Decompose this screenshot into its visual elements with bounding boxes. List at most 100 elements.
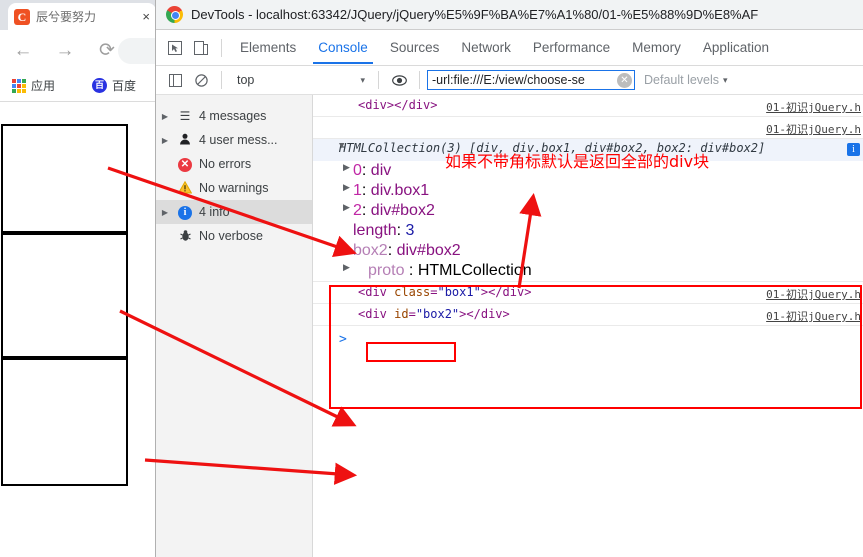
expand-triangle-icon-1[interactable]: ▶: [343, 182, 350, 193]
console-source-link[interactable]: 01-初识jQuery.h: [766, 99, 861, 115]
collection-row-box2[interactable]: ▶ box2: div#box2: [313, 241, 863, 261]
collection-row-proto-value: HTMLCollection: [417, 262, 532, 279]
collection-row-box2-key: box2: [353, 242, 388, 259]
context-selector[interactable]: top ▾: [229, 73, 371, 87]
console-source-link-2[interactable]: 01-初识jQuery.h: [766, 121, 861, 137]
expand-triangle-icon-0[interactable]: ▶: [343, 162, 350, 173]
expand-triangle-icon-info[interactable]: ▶: [159, 208, 171, 217]
tab-performance[interactable]: Performance: [522, 32, 621, 64]
bug-icon: [176, 229, 194, 244]
tab-console[interactable]: Console: [307, 32, 379, 64]
sidebar-item-user-messages-label: 4 user mess...: [199, 133, 278, 147]
expand-triangle-icon-user-messages[interactable]: ▶: [159, 136, 171, 145]
collection-row-1-value: div.box1: [370, 182, 430, 199]
collection-row-2-key: 2: [353, 202, 362, 219]
info-icon: i: [176, 205, 194, 220]
filter-divider-1: [221, 71, 222, 89]
chrome-logo-icon: [166, 6, 183, 23]
filter-divider-3: [419, 71, 420, 89]
clear-filter-icon[interactable]: ✕: [617, 73, 632, 88]
sidebar-item-warnings[interactable]: No warnings: [156, 176, 312, 200]
inspect-element-icon[interactable]: [162, 35, 188, 61]
chevron-down-icon-levels: ▾: [723, 74, 728, 85]
console-filter-input[interactable]: -url:file:///E:/view/choose-se ✕: [427, 70, 635, 90]
console-filter-bar: top ▾ -url:file:///E:/view/choose-se ✕ D…: [156, 66, 863, 95]
tab-memory[interactable]: Memory: [621, 32, 692, 64]
console-sidebar: ▶ ☰ 4 messages ▶ 4 user mess... ✕ No err…: [156, 95, 313, 557]
devtools-window: DevTools - localhost:63342/JQuery/jQuery…: [155, 0, 863, 557]
bookmark-baidu[interactable]: 百 百度: [92, 77, 136, 94]
expand-triangle-icon-2[interactable]: ▶: [343, 202, 350, 213]
sidebar-item-warnings-label: No warnings: [199, 181, 269, 195]
sidebar-item-user-messages[interactable]: ▶ 4 user mess...: [156, 128, 312, 152]
page-div-box-3: [1, 358, 128, 486]
expand-triangle-icon-messages[interactable]: ▶: [159, 112, 171, 121]
collection-row-1[interactable]: ▶ 1: div.box1: [313, 181, 863, 201]
collection-row-length: length: 3: [353, 222, 415, 239]
sidebar-item-info-label: 4 info: [199, 205, 230, 219]
sidebar-item-verbose[interactable]: No verbose: [156, 224, 312, 248]
error-icon: ✕: [176, 157, 194, 172]
bookmark-baidu-label: 百度: [112, 79, 137, 93]
chevron-down-icon: ▾: [360, 74, 365, 85]
devtools-title-bar: DevTools - localhost:63342/JQuery/jQuery…: [156, 0, 863, 30]
device-toolbar-icon[interactable]: [188, 35, 214, 61]
favicon-icon: C: [14, 8, 30, 25]
bookmark-apps-label: 应用: [31, 79, 56, 93]
sidebar-item-info[interactable]: ▶ i 4 info: [156, 200, 312, 224]
apps-grid-icon: [12, 78, 26, 93]
page-div-box-2: [1, 233, 128, 358]
back-button[interactable]: ←: [10, 38, 36, 64]
warning-icon: [176, 180, 194, 196]
collection-row-2[interactable]: ▶ 2: div#box2: [313, 201, 863, 221]
collection-row-2-value: div#box2: [370, 202, 435, 219]
tab-elements[interactable]: Elements: [229, 32, 307, 64]
forward-button[interactable]: →: [52, 38, 78, 64]
console-filter-value: -url:file:///E:/view/choose-se: [432, 73, 585, 87]
collection-row-length-value: 3: [405, 222, 415, 239]
close-icon[interactable]: ×: [142, 10, 150, 23]
console-message-div-text: <div></div>: [358, 98, 438, 112]
sidebar-item-verbose-label: No verbose: [199, 229, 263, 243]
sidebar-item-errors[interactable]: ✕ No errors: [156, 152, 312, 176]
collection-row-1-key: 1: [353, 182, 362, 199]
info-badge-icon: i: [847, 143, 860, 156]
log-levels-label: Default levels: [644, 73, 720, 87]
console-message-blank[interactable]: 01-初识jQuery.h: [313, 117, 863, 139]
collection-row-0-value: div: [370, 162, 392, 179]
highlight-box-length: [366, 342, 456, 362]
context-selector-value: top: [237, 73, 255, 87]
toolbar-divider: [221, 38, 222, 57]
devtools-tab-bar: Elements Console Sources Network Perform…: [156, 30, 863, 66]
reload-button[interactable]: ⟳: [94, 38, 120, 64]
filter-divider-2: [378, 71, 379, 89]
user-icon: [176, 133, 194, 147]
collection-row-proto-key: proto: [368, 262, 405, 279]
collection-row-length-key: length: [353, 222, 397, 239]
browser-tab[interactable]: C 辰兮要努力 ×: [8, 3, 156, 30]
baidu-icon: 百: [92, 78, 107, 93]
annotation-note-cn: 如果不带角标默认是返回全部的div块: [445, 152, 710, 171]
sidebar-item-messages[interactable]: ▶ ☰ 4 messages: [156, 104, 312, 128]
expand-triangle-icon-proto[interactable]: ▶: [343, 262, 350, 273]
bookmark-apps[interactable]: 应用: [12, 77, 55, 94]
sidebar-item-errors-label: No errors: [199, 157, 252, 171]
sidebar-item-messages-label: 4 messages: [199, 109, 267, 123]
tab-network[interactable]: Network: [450, 32, 522, 64]
live-expression-eye-icon[interactable]: [386, 67, 412, 93]
list-icon: ☰: [179, 109, 191, 123]
expand-triangle-icon-box2[interactable]: ▶: [343, 242, 350, 253]
collection-row-box2-value: div#box2: [396, 242, 461, 259]
page-div-box-1: [1, 124, 128, 233]
browser-tab-title: 辰兮要努力: [36, 10, 97, 24]
console-message-div[interactable]: <div></div> 01-初识jQuery.h: [313, 95, 863, 117]
tab-application[interactable]: Application: [692, 32, 780, 64]
collection-row-proto[interactable]: ▶ proto : HTMLCollection: [313, 261, 863, 282]
collapse-triangle-icon[interactable]: ▼: [339, 141, 344, 151]
log-levels-selector[interactable]: Default levels ▾: [644, 73, 728, 87]
collection-row-0-key: 0: [353, 162, 362, 179]
console-sidebar-toggle-icon[interactable]: [162, 67, 188, 93]
tab-sources[interactable]: Sources: [379, 32, 451, 64]
devtools-window-title: DevTools - localhost:63342/JQuery/jQuery…: [191, 7, 759, 22]
clear-console-icon[interactable]: [188, 67, 214, 93]
